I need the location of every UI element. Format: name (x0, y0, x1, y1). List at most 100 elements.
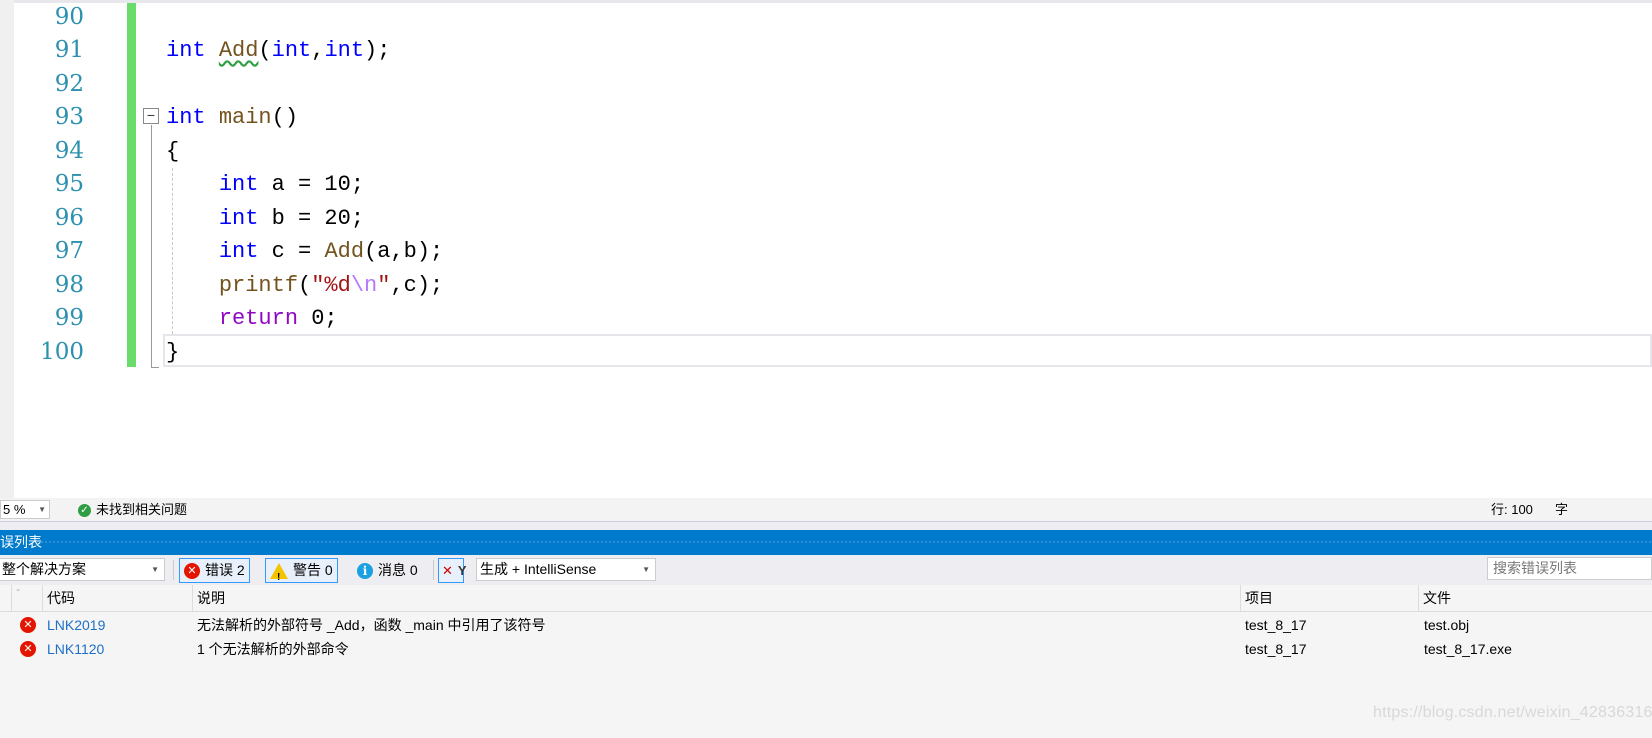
code-token: " (377, 272, 391, 298)
error-description: 无法解析的外部符号 _Add，函数 _main 中引用了该符号 (197, 617, 546, 633)
code-token: int (218, 205, 259, 231)
code-token: () (271, 105, 299, 130)
code-token: } (166, 339, 180, 365)
error-icon: ✕ (20, 617, 36, 633)
code-line[interactable]: } (166, 336, 179, 370)
editor-top-border (0, 0, 1652, 3)
sort-icon[interactable]: ⁼ (11, 585, 42, 612)
error-list-title-bar[interactable]: 误列表 (0, 530, 1652, 555)
line-number: 92 (54, 70, 84, 97)
panel-separator[interactable] (0, 522, 1652, 530)
error-description: 1 个无法解析的外部命令 (197, 641, 349, 657)
error-code-link[interactable]: LNK2019 (47, 613, 105, 637)
scope-dropdown[interactable]: 整个解决方案 ▼ (0, 558, 165, 581)
code-token: int (218, 172, 259, 197)
line-number: 95 (54, 171, 84, 197)
watermark: https://blog.csdn.net/weixin_42836316 (1373, 704, 1652, 721)
error-row[interactable]: ✕ LNK1120 1 个无法解析的外部命令 test_8_17 test_8_… (0, 637, 1652, 661)
code-line[interactable]: printf("%d\n",c); (166, 269, 443, 303)
code-token: return (218, 306, 299, 331)
column-header-file[interactable]: 文件 (1418, 585, 1652, 612)
issues-indicator[interactable]: ✓ 未找到相关问题 (78, 501, 187, 519)
search-input[interactable]: 搜索错误列表 (1487, 557, 1652, 580)
code-token: ,c); (390, 272, 444, 298)
code-token: (a,b); (364, 239, 444, 264)
warnings-filter-button[interactable]: ! 警告 0 (265, 558, 338, 583)
warnings-label: 警告 0 (293, 562, 333, 578)
code-token: Add (324, 239, 365, 264)
code-line[interactable]: int Add(int,int); (166, 34, 390, 68)
current-line-highlight (163, 334, 1652, 367)
line-number: 94 (54, 137, 84, 164)
line-number: 90 (54, 3, 84, 30)
chevron-down-icon: ▼ (151, 565, 159, 574)
line-indicator: 行: 100 (1491, 502, 1533, 517)
code-token: { (166, 138, 180, 164)
warning-icon: ! (270, 562, 288, 583)
zoom-value: 5 % (3, 502, 26, 517)
error-code-link[interactable]: LNK1120 (47, 637, 104, 661)
code-token: printf (218, 272, 299, 298)
filter-clear-icon[interactable]: ✕ Y (438, 558, 467, 583)
code-token: a = 10; (258, 172, 365, 197)
error-project: test_8_17 (1245, 617, 1307, 633)
code-token: ( (298, 272, 312, 298)
info-icon: i (357, 562, 373, 579)
code-token: int (218, 239, 259, 264)
column-header-description[interactable]: 说明 (192, 585, 1240, 612)
error-icon: ✕ (184, 562, 200, 579)
code-line[interactable]: { (166, 135, 179, 169)
line-number: 100 (40, 338, 84, 365)
code-line[interactable]: int c = Add(a,b); (166, 235, 443, 269)
code-editor[interactable]: 90 91 92 93 94 95 96 97 98 99 100 − int Add(int,in… (0, 0, 1652, 498)
editor-status-bar: 5 % ▼ ✓ 未找到相关问题 行: 100 字 (0, 498, 1652, 522)
line-number: 99 (54, 305, 84, 331)
separator (173, 560, 174, 580)
code-token: ( (258, 38, 272, 63)
build-filter-value: 生成 + IntelliSense (480, 561, 597, 577)
check-circle-icon: ✓ (78, 503, 91, 517)
table-header: ⁼ 代码 说明 项目 文件 (0, 585, 1652, 612)
code-token: int (166, 105, 206, 130)
code-token: main (218, 105, 272, 130)
zoom-dropdown[interactable]: 5 % ▼ (0, 500, 50, 519)
code-token: , (311, 38, 325, 63)
column-header-project[interactable]: 项目 (1240, 585, 1418, 612)
error-project: test_8_17 (1245, 641, 1307, 657)
editor-margin (0, 0, 14, 498)
column-header-code[interactable]: 代码 (42, 585, 192, 612)
line-number: 97 (54, 238, 84, 264)
error-list-title: 误列表 (0, 534, 42, 550)
errors-filter-button[interactable]: ✕ 错误 2 (179, 558, 250, 583)
issues-text: 未找到相关问题 (96, 502, 188, 517)
code-token: int (271, 38, 312, 63)
code-token: int (324, 38, 365, 63)
error-row[interactable]: ✕ LNK2019 无法解析的外部符号 _Add，函数 _main 中引用了该符… (0, 613, 1652, 637)
code-token: int (166, 38, 206, 63)
code-token: \n (350, 272, 378, 298)
line-number: 91 (54, 37, 84, 63)
error-list-toolbar: 整个解决方案 ▼ ✕ 错误 2 ! 警告 0 i 消息 0 ✕ Y 生成 + Intell… (0, 555, 1652, 585)
messages-label: 消息 0 (378, 562, 418, 578)
code-line[interactable]: int a = 10; (166, 168, 364, 202)
code-line[interactable]: int main() (166, 101, 298, 135)
code-token: b = 20; (258, 205, 365, 231)
collapse-icon[interactable]: − (143, 108, 159, 124)
error-file: test_8_17.exe (1424, 641, 1512, 657)
chevron-down-icon: ▼ (38, 505, 46, 514)
code-token: ); (364, 38, 391, 63)
code-line[interactable]: return 0; (166, 302, 338, 336)
code-line[interactable]: int b = 20; (166, 202, 364, 236)
chevron-down-icon: ▼ (642, 565, 650, 574)
messages-filter-button[interactable]: i 消息 0 (352, 558, 423, 583)
fold-line (151, 125, 152, 368)
line-number: 96 (54, 204, 84, 231)
build-filter-dropdown[interactable]: 生成 + IntelliSense ▼ (476, 558, 656, 581)
column-indicator: 字 (1555, 502, 1569, 517)
line-number: 93 (54, 104, 84, 130)
change-indicator-bar (127, 3, 136, 367)
